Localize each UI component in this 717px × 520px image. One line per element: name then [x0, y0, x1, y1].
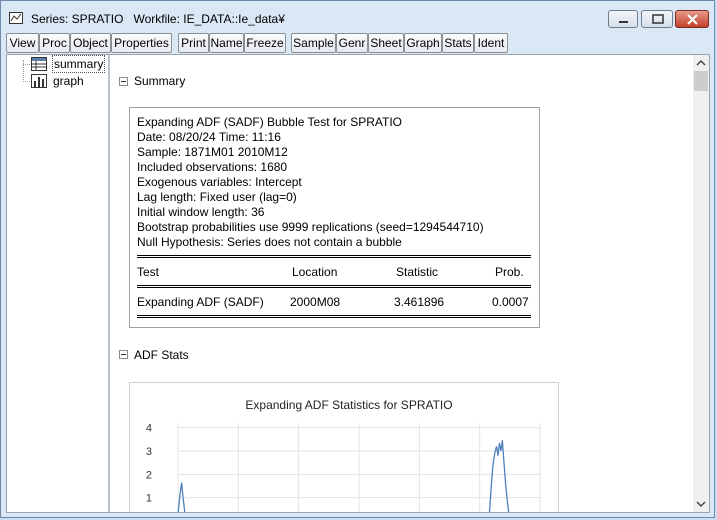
summary-output-table: Expanding ADF (SADF) Bubble Test for SPR… — [129, 107, 540, 328]
minimize-icon — [619, 21, 628, 23]
chart-y-tick-label: 1 — [146, 493, 152, 505]
stats-button[interactable]: Stats — [442, 33, 474, 53]
table-header-location: Location — [292, 265, 338, 279]
tree-item-label: graph — [53, 74, 84, 88]
graph-button[interactable]: Graph — [404, 33, 442, 53]
view-button[interactable]: View — [6, 33, 39, 53]
proc-button[interactable]: Proc — [39, 33, 70, 53]
summary-section-title: Summary — [134, 74, 186, 88]
workfile-name: Workfile: IE_DATA::Ie_data¥ — [133, 12, 285, 26]
close-button[interactable] — [675, 10, 709, 28]
output-line: Included observations: 1680 — [137, 160, 288, 174]
object-tree: summary graph — [7, 55, 107, 512]
output-line: Exogenous variables: Intercept — [137, 175, 302, 189]
maximize-icon — [652, 14, 664, 24]
table-icon — [31, 57, 47, 71]
print-button[interactable]: Print — [178, 33, 209, 53]
chart-y-ticks: 4 3 2 1 — [146, 423, 152, 505]
tree-item-label: summary — [51, 55, 106, 73]
properties-button[interactable]: Properties — [111, 33, 172, 53]
output-line: Null Hypothesis: Series does not contain… — [137, 235, 402, 249]
chart-canvas: Expanding ADF Statistics for SPRATIO 4 3 2… — [146, 398, 541, 512]
output-line: Bootstrap probabilities use 9999 replica… — [137, 220, 484, 234]
ident-button[interactable]: Ident — [474, 33, 508, 53]
name-button[interactable]: Name — [209, 33, 244, 53]
maximize-button[interactable] — [641, 10, 673, 28]
table-header-statistic: Statistic — [396, 265, 439, 279]
scroll-down-icon[interactable] — [696, 500, 706, 508]
adf-stats-section-title: ADF Stats — [134, 348, 189, 362]
close-icon — [687, 14, 698, 25]
series-window: Series: SPRATIO Workfile: IE_DATA::Ie_dat… — [0, 0, 715, 518]
tree-connector — [23, 64, 30, 65]
sheet-button[interactable]: Sheet — [368, 33, 404, 53]
chart-title: Expanding ADF Statistics for SPRATIO — [245, 398, 452, 412]
series-name: Series: SPRATIO — [31, 12, 124, 26]
output-line: Date: 08/20/24 Time: 11:16 — [137, 130, 281, 144]
object-button[interactable]: Object — [70, 33, 111, 53]
adf-stats-collapse-toggle[interactable] — [119, 350, 128, 359]
output-line: Lag length: Fixed user (lag=0) — [137, 190, 297, 204]
title-bar[interactable]: Series: SPRATIO Workfile: IE_DATA::Ie_dat… — [1, 1, 714, 32]
adf-stats-chart: Expanding ADF Statistics for SPRATIO 4 3 2… — [129, 382, 559, 512]
content-area: summary graph Summary Expanding ADF (SAD… — [6, 54, 710, 513]
output-line: Initial window length: 36 — [137, 205, 265, 219]
series-line-icon — [9, 12, 23, 24]
table-cell-statistic: 3.461896 — [394, 295, 445, 309]
summary-collapse-toggle[interactable] — [119, 77, 128, 86]
chart-y-tick-label: 4 — [146, 423, 152, 435]
freeze-button[interactable]: Freeze — [244, 33, 286, 53]
pane-splitter[interactable] — [108, 55, 110, 512]
toolbar: View Proc Object Properties Print Name F… — [6, 33, 710, 53]
output-line: Expanding ADF (SADF) Bubble Test for SPR… — [137, 115, 402, 129]
table-cell-test: Expanding ADF (SADF) — [137, 295, 264, 309]
minimize-button[interactable] — [608, 10, 638, 28]
vertical-scrollbar[interactable] — [693, 55, 709, 512]
table-rule — [137, 255, 531, 258]
table-rule — [137, 285, 531, 288]
chart-grid — [177, 423, 541, 512]
scroll-up-icon[interactable] — [696, 59, 706, 67]
output-line: Sample: 1871M01 2010M12 — [137, 145, 288, 159]
genr-button[interactable]: Genr — [336, 33, 368, 53]
scrollbar-thumb[interactable] — [694, 71, 708, 91]
table-rule — [137, 315, 531, 318]
table-cell-location: 2000M08 — [290, 295, 341, 309]
table-header-prob: Prob. — [495, 265, 524, 279]
output-pane: Summary Expanding ADF (SADF) Bubble Test… — [111, 55, 692, 512]
bar-chart-icon — [31, 74, 47, 88]
tree-connector — [23, 81, 30, 82]
window-title: Series: SPRATIO Workfile: IE_DATA::Ie_dat… — [31, 12, 295, 26]
sample-button[interactable]: Sample — [291, 33, 336, 53]
chart-y-tick-label: 2 — [146, 469, 152, 481]
chart-y-tick-label: 3 — [146, 446, 152, 458]
table-header-test: Test — [137, 265, 160, 279]
table-cell-prob: 0.0007 — [492, 295, 529, 309]
